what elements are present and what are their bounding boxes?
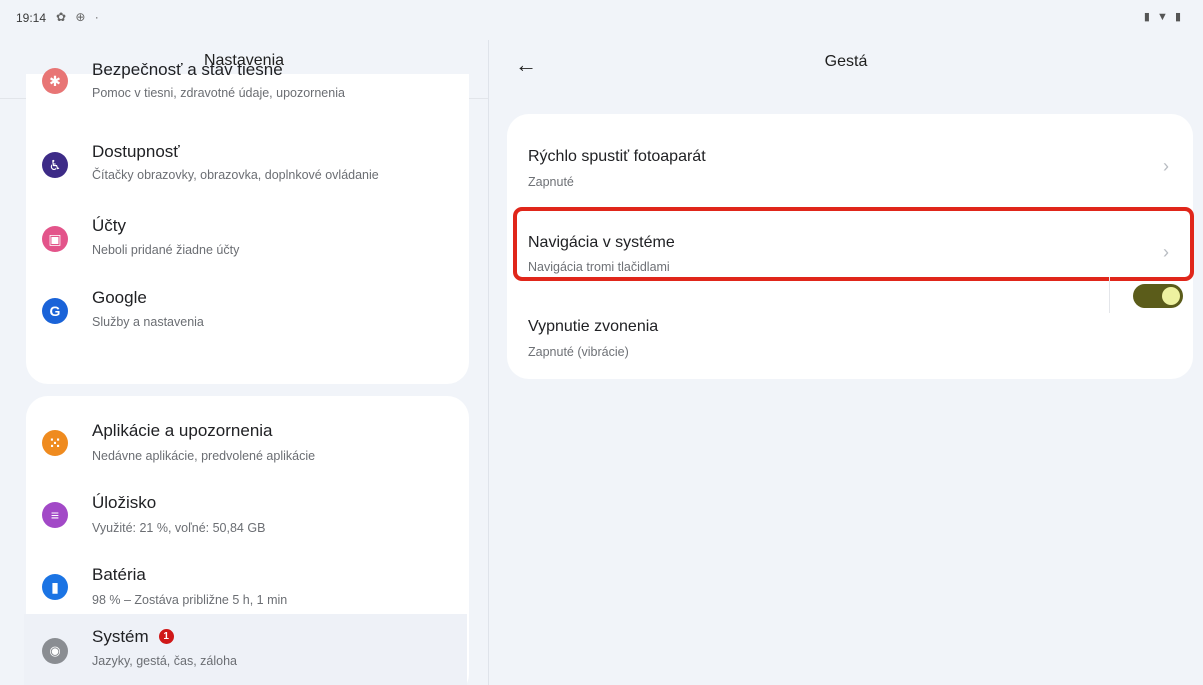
settings-item-accessibility[interactable]: ♿ Dostupnosť Čítačky obrazovky, obrazovk…: [26, 128, 469, 196]
gestures-pane: ← Gestá Rýchlo spustiť fotoaparát Zapnut…: [489, 34, 1203, 685]
settings-group-1: ✱ Bezpečnosť a stav tiesne Pomoc v tiesn…: [26, 60, 469, 384]
settings-item-google[interactable]: G Google Služby a nastavenia: [26, 280, 469, 340]
settings-item-title: Aplikácie a upozornenia: [92, 421, 273, 440]
accessibility-icon: ♿: [42, 152, 68, 178]
settings-item-subtitle: Využité: 21 %, voľné: 50,84 GB: [92, 521, 266, 535]
google-icon: G: [42, 298, 68, 324]
settings-item-system[interactable]: ◉ Systém 1 Jazyky, gestá, čas, záloha: [24, 614, 467, 685]
page-title: Gestá: [824, 53, 868, 70]
gesture-item-camera[interactable]: Rýchlo spustiť fotoaparát Zapnuté ›: [507, 128, 1193, 200]
gesture-item-subtitle: Zapnuté: [528, 175, 574, 189]
settings-item-storage[interactable]: ≡ Úložisko Využité: 21 %, voľné: 50,84 G…: [26, 480, 469, 540]
settings-item-subtitle: Pomoc v tiesni, zdravotné údaje, upozorn…: [92, 86, 345, 100]
settings-item-subtitle: Služby a nastavenia: [92, 315, 204, 329]
gesture-item-prevent-ringing[interactable]: Vypnutie zvonenia Zapnuté (vibrácie): [507, 298, 1193, 370]
settings-item-title: Systém: [92, 627, 149, 646]
settings-item-subtitle: Jazyky, gestá, čas, záloha: [92, 654, 237, 668]
settings-item-title: Účty: [92, 216, 126, 235]
status-bar: 19:14 ✿ ⊕ · ▮ ▼ ▮: [0, 0, 1203, 34]
account-icon: ▣: [42, 226, 68, 252]
battery-icon: ▮: [42, 574, 68, 600]
settings-item-battery[interactable]: ▮ Batéria 98 % – Zostáva približne 5 h, …: [26, 552, 469, 612]
apps-icon: ⁙: [42, 430, 68, 456]
settings-item-subtitle: Nedávne aplikácie, predvolené aplikácie: [92, 449, 316, 463]
settings-item-accounts[interactable]: ▣ Účty Neboli pridané žiadne účty: [26, 208, 469, 268]
system-icon: ◉: [42, 638, 68, 664]
gesture-item-subtitle: Zapnuté (vibrácie): [528, 345, 629, 359]
asterisk-icon: ✱: [42, 68, 68, 94]
gesture-item-title: Vypnutie zvonenia: [528, 318, 659, 335]
prevent-ringing-toggle[interactable]: [1133, 284, 1183, 308]
chevron-right-icon: ›: [1163, 156, 1169, 176]
settings-item-subtitle: 98 % – Zostáva približne 5 h, 1 min: [92, 593, 288, 607]
settings-item-subtitle: Neboli pridané žiadne účty: [92, 243, 240, 257]
settings-item-apps[interactable]: ⁙ Aplikácie a upozornenia Nedávne apliká…: [26, 408, 469, 468]
settings-item-title: Google: [92, 288, 147, 307]
settings-item-title: Úložisko: [92, 493, 157, 512]
settings-item-title: Bezpečnosť a stav tiesne: [92, 60, 283, 79]
settings-item-title-row: Systém 1: [92, 627, 174, 647]
settings-item-safety[interactable]: ✱ Bezpečnosť a stav tiesne Pomoc v tiesn…: [26, 60, 469, 116]
toggle-divider: [1109, 277, 1110, 313]
status-time: 19:14: [16, 11, 47, 25]
gesture-item-title: Rýchlo spustiť fotoaparát: [528, 148, 706, 165]
notification-badge: 1: [158, 629, 174, 644]
status-system-icons: ▮ ▼ ▮: [1143, 11, 1183, 23]
highlight-box: [513, 207, 1194, 281]
settings-list-pane: Nastavenia ✱ Bezpečnosť a stav tiesne Po…: [0, 34, 488, 685]
settings-item-title: Dostupnosť: [92, 142, 180, 161]
settings-item-subtitle: Čítačky obrazovky, obrazovka, doplnkové …: [92, 168, 379, 182]
toggle-knob: [1162, 287, 1180, 305]
storage-icon: ≡: [42, 502, 68, 528]
status-notification-icons: ✿ ⊕ ·: [56, 10, 102, 24]
settings-item-title: Batéria: [92, 565, 146, 584]
